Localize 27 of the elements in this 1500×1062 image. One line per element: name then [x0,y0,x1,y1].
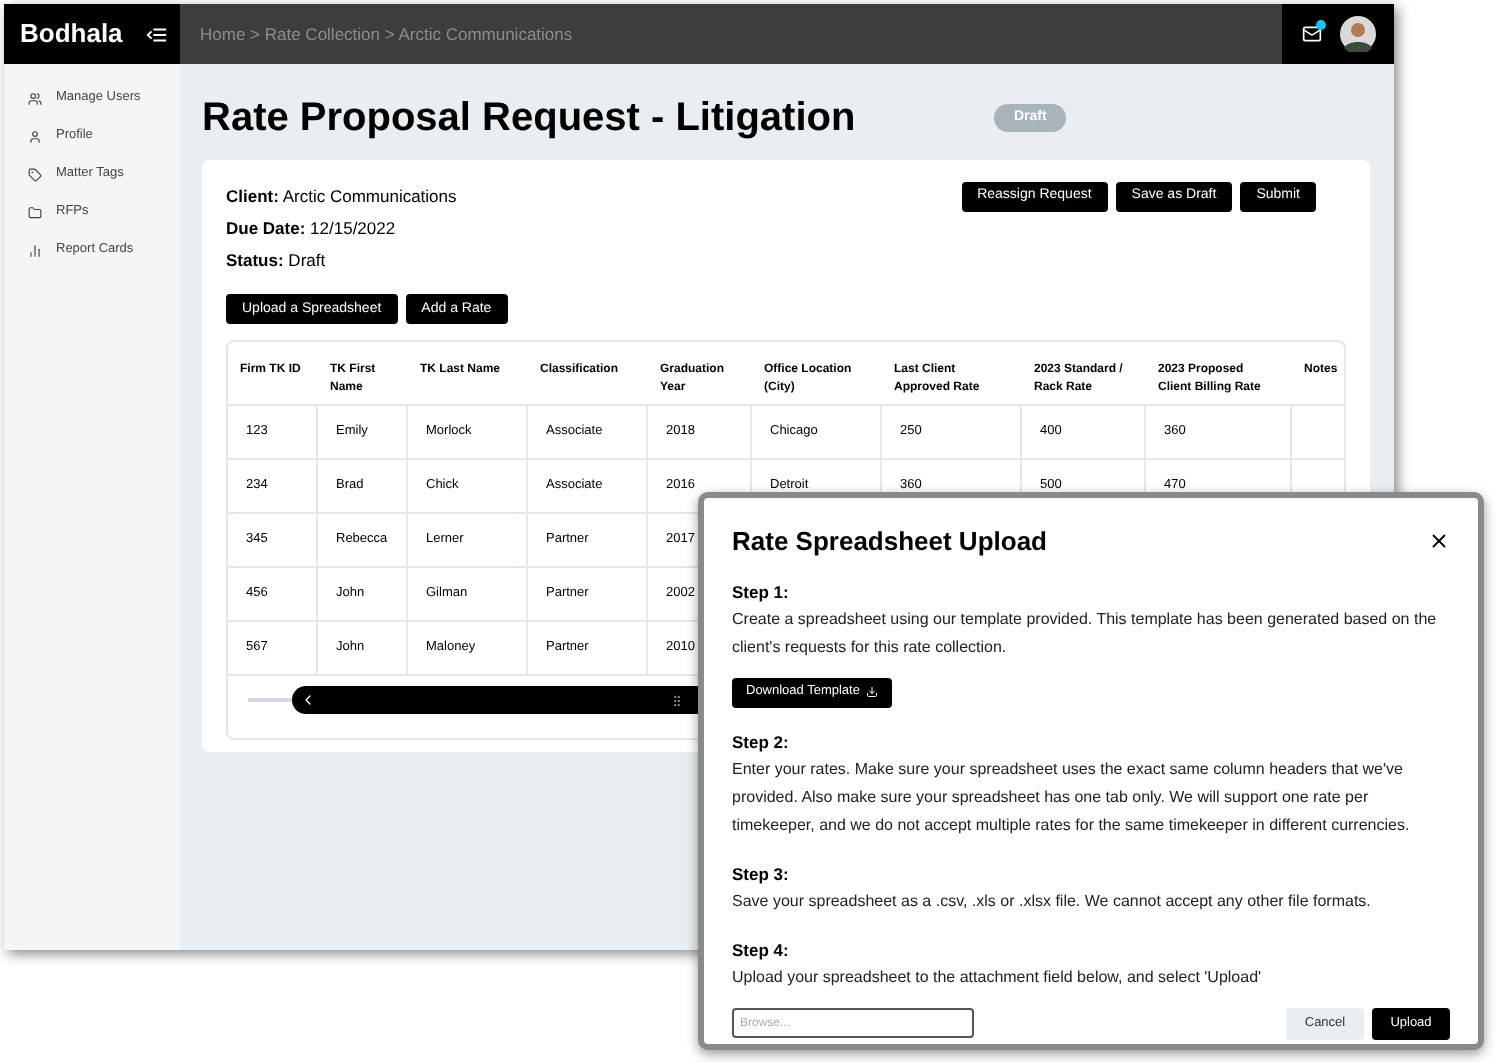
avatar[interactable] [1339,16,1375,52]
grip-icon [670,693,684,708]
step-text: Enter your rates. Make sure your spreadsheet uses the exact same column headers that we've provided. Also make sure your spreadsheet has one tab only. We will support one rate per timekeeper, and we do not accept multiple rates for the same timekeeper in different currencies. [732,757,1412,838]
detail-text: Status: Draft [226,247,328,273]
download-icon [865,686,878,698]
step-text: Create a spreadsheet using our template provided. This template has been generated based on the client's requests for this rate collection. [732,607,1439,660]
chevron-left-icon [300,692,316,709]
mail-icon[interactable] [1301,24,1323,44]
users-icon [28,91,42,105]
scrollbar-track [248,698,292,703]
menu-collapse-icon[interactable] [146,23,169,45]
tag-icon [28,167,42,181]
page-title: Rate Proposal Request - Litigation [202,94,858,144]
bar-chart-icon [28,243,42,257]
close-icon[interactable] [1428,530,1450,553]
step-heading: Step 3: [732,861,791,887]
dialog-title: Rate Spreadsheet Upload [732,524,1047,560]
detail-text: Due Date: 12/15/2022 [226,215,398,241]
step-heading: Step 1: [732,579,791,605]
step-heading: Step 2: [732,729,791,755]
user-icon [28,129,42,143]
breadcrumb: Home > Rate Collection > Arctic Communications [200,21,573,47]
step-text: Upload your spreadsheet to the attachment field below, and select 'Upload' [732,965,1264,990]
folder-icon [28,205,42,219]
detail-text: Client: Arctic Communications [226,184,457,210]
step-heading: Step 4: [732,937,791,963]
step-text: Save your spreadsheet as a .csv, .xls or .xlsx file. We cannot accept any other file formats. [732,889,1373,914]
